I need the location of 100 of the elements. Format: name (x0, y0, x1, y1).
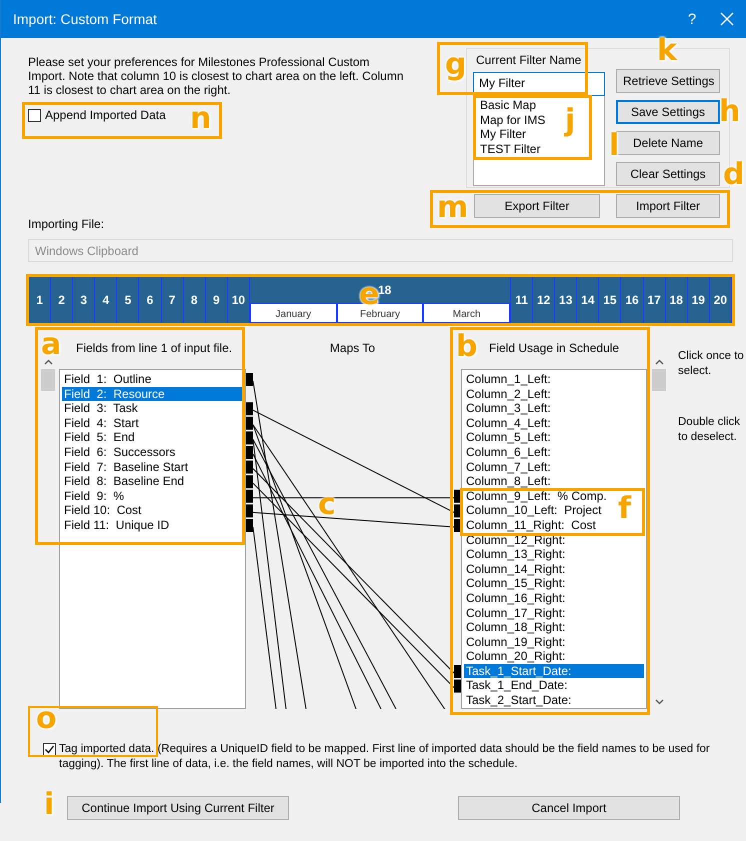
list-item[interactable]: Column_11_Right: Cost (464, 518, 596, 533)
filter-name-label: Current Filter Name (476, 53, 582, 67)
tag-label: Tag imported data. (Requires a UniqueID field to be mapped. First line of imported data should be the field names to be used for tagging). The first line of data, i.e. the field names, will NOT be imported into the schedule. (59, 742, 711, 772)
callout-letter: c (318, 490, 336, 520)
column-number[interactable]: 2 (51, 277, 74, 323)
list-item[interactable]: Column_14_Right: (464, 562, 566, 576)
list-item[interactable]: Field 10: Cost (62, 503, 142, 518)
column-number[interactable]: 5 (117, 277, 140, 323)
callout-letter: i (44, 790, 54, 820)
list-item[interactable]: Field 2: Resource (62, 386, 243, 402)
callout-letter: m (437, 193, 468, 223)
column-number[interactable]: 16 (621, 277, 644, 323)
settings-button[interactable]: Delete Name (616, 131, 720, 155)
list-item[interactable]: Column_15_Right: (464, 576, 566, 591)
list-item[interactable]: Task_1_End_Date: (464, 678, 568, 694)
filter-item[interactable]: TEST Filter (480, 142, 601, 156)
checkbox-label: Append Imported Data (45, 108, 166, 122)
month-label: February (336, 303, 424, 323)
list-item[interactable]: Column_4_Left: (464, 416, 551, 430)
list-box[interactable] (461, 369, 647, 709)
month-label: January (250, 303, 337, 323)
column-number[interactable]: 20 (710, 277, 732, 323)
settings-button[interactable]: Clear Settings (616, 162, 720, 186)
list-item[interactable]: Field 1: Outline (62, 372, 152, 387)
close-icon[interactable] (720, 12, 734, 26)
importing-file-field: Windows Clipboard (28, 239, 733, 262)
list-item[interactable]: Field 9: % (62, 488, 124, 504)
export-button[interactable]: Export Filter (474, 194, 600, 218)
callout-letter: g (445, 50, 466, 80)
list-item[interactable]: Field 5: End (62, 430, 135, 445)
column-number[interactable]: 6 (139, 277, 162, 323)
usage-heading: Field Usage in Schedule (489, 341, 620, 355)
list-item[interactable]: Column_13_Right: (464, 547, 566, 562)
list-item[interactable]: Column_6_Left: (464, 444, 551, 460)
hint-text: Double click to deselect. (678, 415, 741, 445)
checkbox[interactable] (43, 743, 56, 756)
column-number[interactable]: 1 (29, 277, 52, 323)
action-button[interactable]: Cancel Import (458, 796, 680, 820)
scroll-down-icon[interactable] (654, 699, 664, 705)
list-item[interactable]: Column_17_Right: (464, 606, 566, 620)
column-number[interactable]: 9 (206, 277, 228, 323)
list-item[interactable]: Field 4: Start (62, 416, 139, 430)
action-button[interactable]: Continue Import Using Current Filter (67, 796, 289, 820)
callout-letter: k (657, 36, 677, 66)
maps-to-heading: Maps To (330, 341, 376, 355)
callout-letter: a (41, 330, 62, 360)
callout-letter: d (723, 160, 744, 190)
list-item[interactable]: Column_18_Right: (464, 620, 566, 635)
list-item[interactable]: Column_7_Left: (464, 460, 551, 474)
column-number[interactable]: 18 (666, 277, 688, 323)
intro-text: Please set your preferences for Milestones Professional Custom Import. Note that column 10 is closest to chart area on the left. Column 11 is closest to chart area on the right. (28, 55, 405, 97)
column-number[interactable]: 13 (555, 277, 578, 323)
checkbox[interactable] (28, 108, 41, 122)
column-number[interactable]: 14 (577, 277, 600, 323)
list-item[interactable]: Column_2_Left: (464, 386, 551, 402)
settings-button[interactable]: Save Settings (616, 100, 720, 124)
callout-letter: j (565, 106, 576, 136)
list-box[interactable]: Field 1: Outline Field 2: Resource Field 3: Task Field 4: Start Field 5: End Field 6: Successors Field 7: Baseline Start Field 8: Baseline End Field 9: % Field 10: Cost Field 11: Unique ID (59, 369, 246, 709)
importing-file-label: Importing File: (28, 217, 106, 231)
callout-letter: n (190, 104, 212, 134)
scrollbar-thumb[interactable] (652, 369, 666, 391)
list-item[interactable]: Column_3_Left: (464, 401, 551, 416)
scroll-up-icon[interactable] (44, 359, 52, 365)
callout-letter: o (36, 704, 57, 734)
list-item[interactable]: Column_10_Left: Project (464, 503, 602, 518)
list-item[interactable]: Field 7: Baseline Start (62, 460, 188, 474)
year-label: 18 (378, 283, 392, 297)
column-number[interactable]: 3 (73, 277, 96, 323)
window-title: Import: Custom Format (13, 11, 158, 27)
scroll-up-icon[interactable] (654, 359, 664, 365)
callout-letter: f (618, 494, 632, 524)
list-item[interactable]: Field 11: Unique ID (62, 518, 170, 533)
list-item[interactable]: Field 3: Task (62, 401, 138, 416)
month-label: March (423, 303, 510, 323)
help-button[interactable]: ? (672, 10, 712, 28)
list-item[interactable]: Column_16_Right: (464, 590, 566, 606)
list-item[interactable]: Column_20_Right: (464, 649, 566, 664)
column-number[interactable]: 19 (688, 277, 710, 323)
list-item[interactable]: Column_12_Right: (464, 532, 566, 548)
column-number[interactable]: 12 (533, 277, 556, 323)
list-item[interactable]: Column_19_Right: (464, 634, 566, 650)
column-number[interactable]: 17 (644, 277, 666, 323)
list-item[interactable]: Column_9_Left: % Comp. (464, 488, 607, 504)
list-item[interactable]: Column_1_Left: (464, 372, 551, 387)
column-number[interactable]: 8 (184, 277, 206, 323)
import-button[interactable]: Import Filter (616, 194, 720, 218)
scrollbar-thumb[interactable] (41, 369, 55, 391)
list-item[interactable]: Field 6: Successors (62, 444, 176, 460)
list-item[interactable]: Task_2_Start_Date: (464, 693, 572, 708)
column-number[interactable]: 11 (511, 277, 534, 323)
list-item[interactable]: Task_1_Start_Date: (464, 664, 644, 678)
fields-heading: Fields from line 1 of input file. (76, 341, 232, 355)
list-item[interactable]: Column_5_Left: (464, 430, 551, 445)
list-item[interactable]: Field 8: Baseline End (62, 474, 184, 489)
column-number[interactable]: 7 (162, 277, 184, 323)
column-number[interactable]: 4 (95, 277, 118, 323)
column-number[interactable]: 15 (599, 277, 622, 323)
callout-letter: b (456, 332, 478, 362)
list-item[interactable]: Column_8_Left: (464, 474, 551, 489)
settings-button[interactable]: Retrieve Settings (616, 69, 720, 93)
